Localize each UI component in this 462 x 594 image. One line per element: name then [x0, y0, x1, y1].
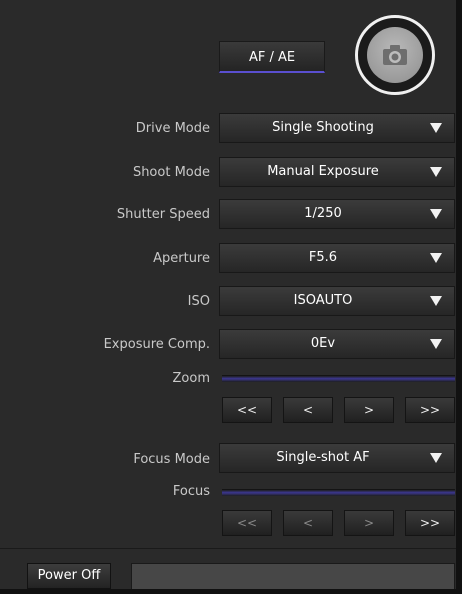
zoom-far-right-button[interactable]: >>: [405, 397, 455, 423]
shutter-speed-select[interactable]: 1/250: [219, 199, 455, 229]
window-edge: [456, 0, 462, 594]
exposure-comp-value: 0Ev: [310, 336, 336, 351]
drive-mode-select[interactable]: Single Shooting: [219, 113, 455, 143]
footer-divider: [0, 548, 462, 549]
shutter-speed-label: Shutter Speed: [116, 207, 210, 222]
shutter-release-button[interactable]: [355, 15, 435, 95]
zoom-right-button[interactable]: >: [344, 397, 394, 423]
dropdown-arrow-icon: [430, 253, 442, 263]
camera-icon: [383, 45, 407, 65]
shoot-mode-value: Manual Exposure: [267, 164, 379, 179]
shutter-speed-value: 1/250: [304, 206, 342, 221]
window-edge: [0, 589, 462, 594]
status-field: [131, 563, 455, 590]
dropdown-arrow-icon: [430, 296, 442, 306]
iso-label: ISO: [187, 294, 210, 309]
focus-far-right-button[interactable]: >>: [405, 510, 455, 536]
power-off-button[interactable]: Power Off: [27, 563, 111, 589]
af-ae-button[interactable]: AF / AE: [219, 41, 325, 73]
focus-mode-select[interactable]: Single-shot AF: [219, 443, 455, 473]
zoom-label: Zoom: [172, 371, 210, 386]
zoom-slider[interactable]: [222, 375, 455, 382]
camera-control-panel: AF / AE Drive Mode Single Shooting Shoot…: [0, 0, 462, 594]
shutter-inner: [367, 27, 423, 83]
aperture-value: F5.6: [308, 250, 338, 265]
focus-label: Focus: [172, 484, 210, 499]
focus-mode-value: Single-shot AF: [276, 450, 370, 465]
focus-slider[interactable]: [222, 489, 455, 496]
aperture-label: Aperture: [153, 251, 210, 266]
drive-mode-label: Drive Mode: [135, 121, 210, 136]
focus-far-left-button[interactable]: <<: [222, 510, 272, 536]
dropdown-arrow-icon: [430, 339, 442, 349]
dropdown-arrow-icon: [430, 209, 442, 219]
exposure-comp-label: Exposure Comp.: [103, 337, 210, 352]
focus-right-button[interactable]: >: [344, 510, 394, 536]
focus-mode-label: Focus Mode: [133, 452, 210, 467]
zoom-far-left-button[interactable]: <<: [222, 397, 272, 423]
focus-left-button[interactable]: <: [283, 510, 333, 536]
dropdown-arrow-icon: [430, 453, 442, 463]
drive-mode-value: Single Shooting: [272, 120, 374, 135]
dropdown-arrow-icon: [430, 167, 442, 177]
shoot-mode-select[interactable]: Manual Exposure: [219, 157, 455, 187]
zoom-left-button[interactable]: <: [283, 397, 333, 423]
dropdown-arrow-icon: [430, 123, 442, 133]
exposure-comp-select[interactable]: 0Ev: [219, 329, 455, 359]
aperture-select[interactable]: F5.6: [219, 243, 455, 273]
shoot-mode-label: Shoot Mode: [132, 165, 210, 180]
iso-select[interactable]: ISOAUTO: [219, 286, 455, 316]
iso-value: ISOAUTO: [293, 293, 353, 308]
